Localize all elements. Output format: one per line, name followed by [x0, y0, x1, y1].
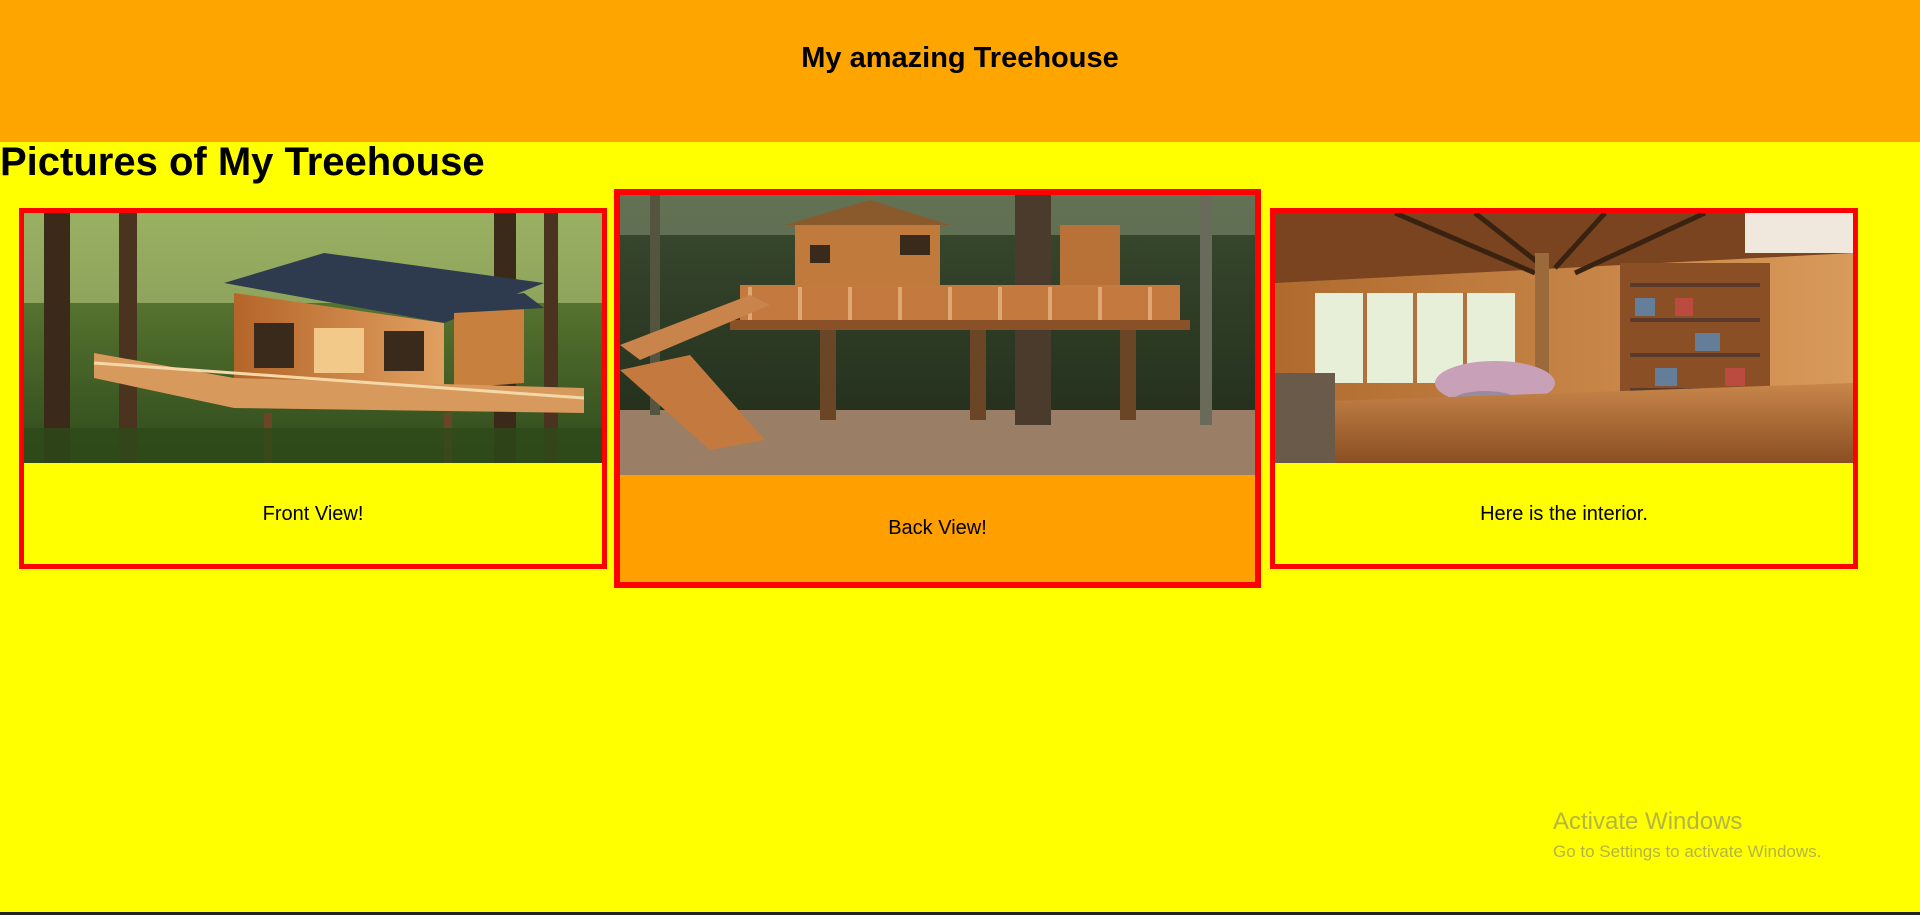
- card-caption: Here is the interior.: [1480, 503, 1648, 525]
- site-header: My amazing Treehouse: [0, 0, 1920, 142]
- activate-windows-watermark: Activate Windows Go to Settings to activ…: [1553, 808, 1821, 862]
- watermark-subtitle: Go to Settings to activate Windows.: [1553, 842, 1822, 861]
- page: My amazing Treehouse Pictures of My Tree…: [0, 0, 1920, 915]
- photo-card-front[interactable]: Front View!: [19, 208, 607, 569]
- photo-card-interior[interactable]: Here is the interior.: [1270, 208, 1858, 569]
- gallery-heading: Pictures of My Treehouse: [0, 140, 485, 184]
- site-title: My amazing Treehouse: [801, 42, 1119, 74]
- photo-card-back[interactable]: Back View!: [614, 189, 1261, 588]
- card-caption: Front View!: [262, 503, 364, 525]
- treehouse-front-photo: [24, 213, 602, 463]
- treehouse-back-photo: [620, 195, 1255, 475]
- watermark-title: Activate Windows: [1553, 808, 1743, 835]
- card-caption: Back View!: [888, 517, 987, 539]
- treehouse-interior-photo: [1275, 213, 1853, 463]
